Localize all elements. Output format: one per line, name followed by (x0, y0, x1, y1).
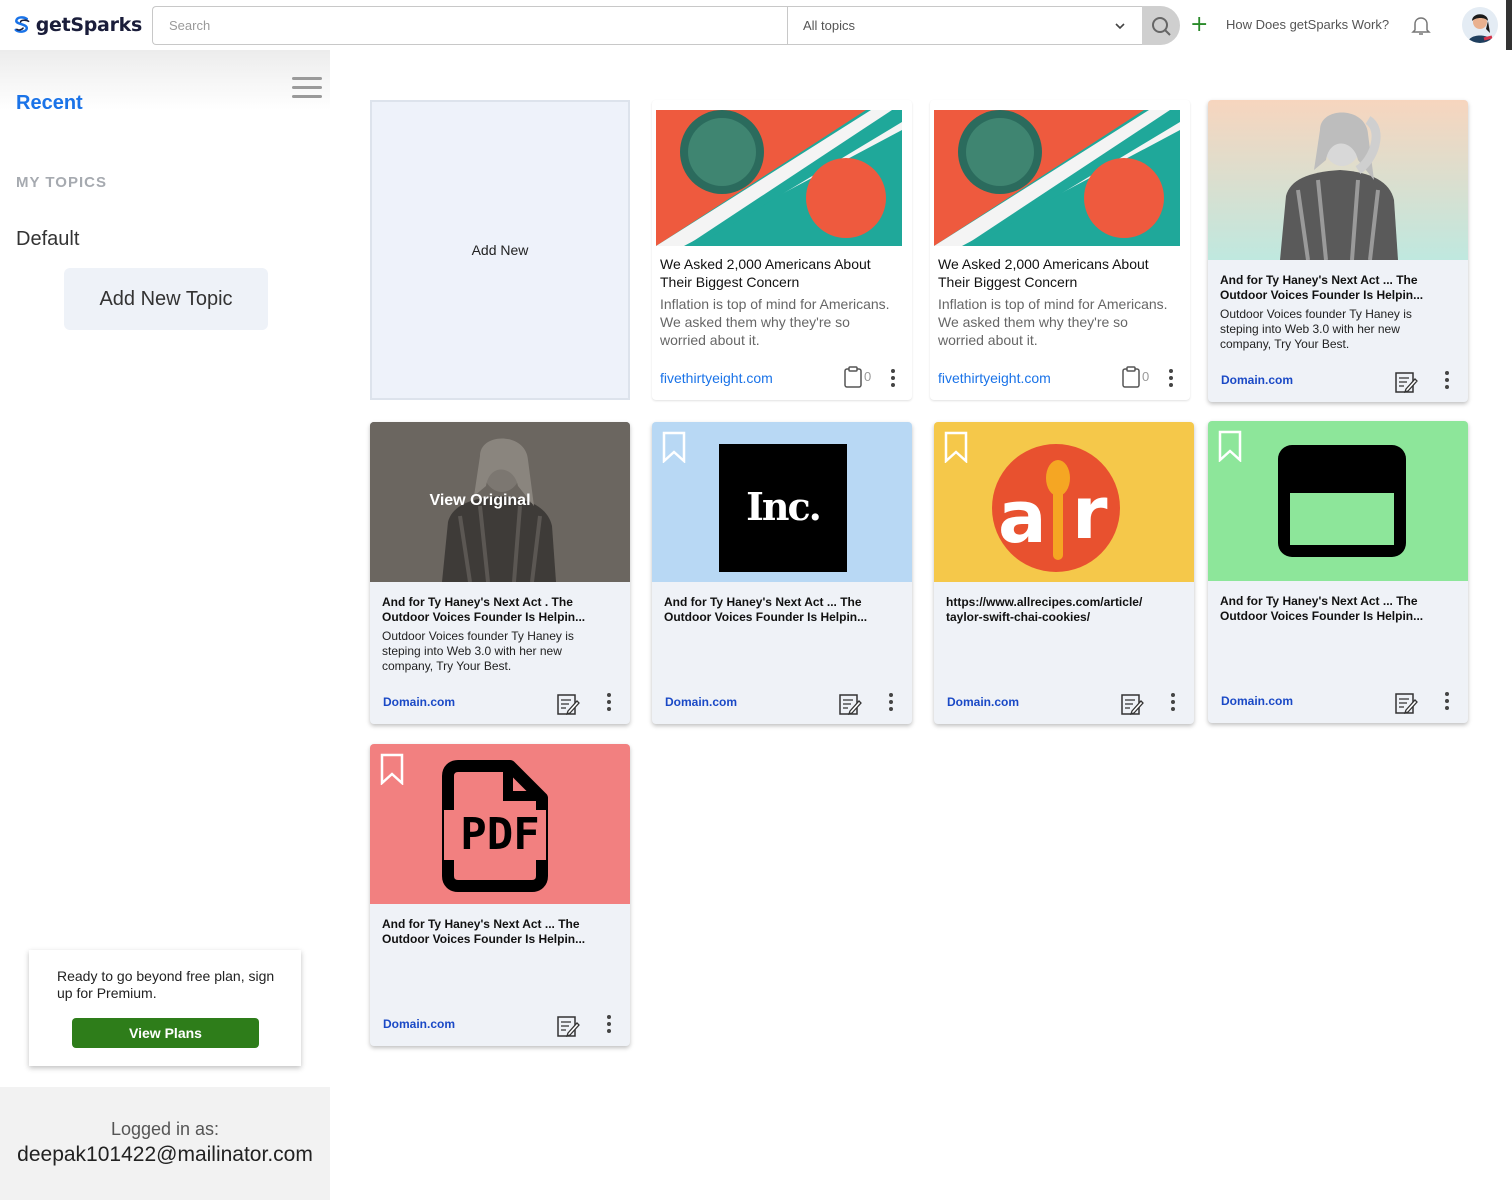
spark-title[interactable]: https://www.allrecipes.com/article/ tayl… (946, 595, 1182, 625)
spark-card[interactable]: PDF And for Ty Haney's Next Act ... The … (370, 744, 630, 1046)
topic-dropdown-value: All topics (803, 18, 856, 33)
article-thumbnail (934, 110, 1180, 246)
clip-count: 0 (1142, 369, 1150, 384)
plus-icon[interactable]: + (1190, 14, 1208, 36)
add-new-card[interactable]: Add New (370, 100, 630, 400)
search-field[interactable] (152, 6, 788, 45)
app-name: getSparks (35, 14, 143, 36)
pdf-label: PDF (460, 809, 540, 860)
bookmark-icon[interactable] (944, 431, 968, 463)
spark-domain-link[interactable]: Domain.com (665, 695, 737, 709)
spark-domain-link[interactable]: Domain.com (1221, 694, 1293, 708)
spark-thumbnail: Inc. (652, 422, 912, 582)
article-domain-link[interactable]: fivethirtyeight.com (938, 370, 1051, 386)
edit-note-icon[interactable] (1394, 370, 1418, 394)
spark-title[interactable]: And for Ty Haney's Next Act ... The Outd… (382, 917, 618, 947)
more-options-icon[interactable] (890, 368, 896, 388)
svg-text:a: a (998, 475, 1047, 559)
logged-in-panel: Logged in as: deepak101422@mailinator.co… (0, 1087, 330, 1200)
search-button[interactable] (1142, 6, 1180, 45)
bell-icon[interactable] (1410, 14, 1432, 36)
article-title[interactable]: We Asked 2,000 Americans About Their Big… (660, 255, 904, 291)
clipboard-icon[interactable] (844, 366, 862, 388)
sparks-logo-icon (14, 16, 30, 33)
spark-domain-link[interactable]: Domain.com (383, 695, 455, 709)
article-domain-link[interactable]: fivethirtyeight.com (660, 370, 773, 386)
spark-domain-link[interactable]: Domain.com (947, 695, 1019, 709)
scrollbar[interactable] (1506, 0, 1512, 50)
menu-icon[interactable] (292, 77, 322, 99)
search-input[interactable] (153, 7, 788, 44)
spark-thumbnail: View Original (370, 422, 630, 582)
spark-title[interactable]: And for Ty Haney's Next Act ... The Outd… (1220, 273, 1456, 303)
more-options-icon[interactable] (888, 692, 894, 712)
spark-card[interactable]: And for Ty Haney's Next Act ... The Outd… (1208, 421, 1468, 723)
spark-title[interactable]: And for Ty Haney's Next Act . The Outdoo… (382, 595, 618, 625)
spark-thumbnail (1208, 421, 1468, 581)
spark-card[interactable]: And for Ty Haney's Next Act ... The Outd… (1208, 100, 1468, 402)
edit-note-icon[interactable] (838, 692, 862, 716)
spark-description: Outdoor Voices founder Ty Haney is stepi… (382, 629, 574, 673)
article-card[interactable]: We Asked 2,000 Americans About Their Big… (652, 100, 912, 400)
more-options-icon[interactable] (606, 692, 612, 712)
spark-card[interactable]: View Original And for Ty Haney's Next Ac… (370, 422, 630, 724)
how-it-works-link[interactable]: How Does getSparks Work? (1226, 17, 1389, 32)
bookmark-icon[interactable] (380, 753, 404, 785)
spark-domain-link[interactable]: Domain.com (1221, 373, 1293, 387)
article-description: Inflation is top of mind for Americans. … (938, 296, 1168, 348)
topic-dropdown[interactable]: All topics (787, 6, 1142, 45)
user-avatar[interactable] (1462, 7, 1498, 43)
logged-in-label: Logged in as: (110, 1119, 220, 1139)
clipboard-icon[interactable] (1122, 366, 1140, 388)
article-thumbnail (656, 110, 902, 246)
more-options-icon[interactable] (1168, 368, 1174, 388)
avatar-icon (1462, 7, 1498, 43)
clip-count: 0 (864, 369, 872, 384)
bookmark-icon[interactable] (662, 431, 686, 463)
bookmark-icon[interactable] (1218, 430, 1242, 462)
logged-in-email: deepak101422@mailinator.com (17, 1143, 313, 1166)
spark-title[interactable]: And for Ty Haney's Next Act ... The Outd… (1220, 594, 1456, 624)
more-options-icon[interactable] (606, 1014, 612, 1034)
view-original-link[interactable]: View Original (370, 492, 590, 510)
chevron-down-icon (1115, 23, 1125, 30)
article-description: Inflation is top of mind for Americans. … (660, 296, 890, 348)
spark-description: Outdoor Voices founder Ty Haney is stepi… (1220, 307, 1412, 351)
svg-text:r: r (1072, 471, 1108, 555)
spark-thumbnail: PDF (370, 744, 630, 904)
more-options-icon[interactable] (1170, 692, 1176, 712)
top-bar: getSparks All topics + How Does getSpark… (0, 0, 1512, 50)
browser-window-icon (1278, 445, 1406, 557)
search-icon (1152, 16, 1171, 36)
more-options-icon[interactable] (1444, 370, 1450, 390)
spark-thumbnail: a r (934, 422, 1194, 582)
spark-card[interactable]: Inc. And for Ty Haney's Next Act ... The… (652, 422, 912, 724)
add-new-label: Add New (471, 242, 529, 258)
edit-note-icon[interactable] (556, 692, 580, 716)
premium-promo: Ready to go beyond free plan, sign up fo… (29, 950, 301, 1066)
edit-note-icon[interactable] (1394, 691, 1418, 715)
premium-message: Ready to go beyond free plan, sign up fo… (57, 968, 275, 1001)
my-topics-heading: MY TOPICS (16, 174, 107, 191)
view-plans-button[interactable]: View Plans (72, 1018, 259, 1048)
allrecipes-logo-icon: a r (992, 444, 1120, 572)
more-options-icon[interactable] (1444, 691, 1450, 711)
sidebar-item-recent[interactable]: Recent (16, 92, 83, 115)
edit-note-icon[interactable] (1120, 692, 1144, 716)
add-new-topic-button[interactable]: Add New Topic (64, 268, 268, 330)
article-title[interactable]: We Asked 2,000 Americans About Their Big… (938, 255, 1182, 291)
app-logo[interactable]: getSparks (12, 9, 142, 41)
spark-domain-link[interactable]: Domain.com (383, 1017, 455, 1031)
spark-card[interactable]: a r https://www.allrecipes.com/article/ … (934, 422, 1194, 724)
sidebar-item-default[interactable]: Default (16, 228, 79, 251)
spark-title[interactable]: And for Ty Haney's Next Act ... The Outd… (664, 595, 900, 625)
inc-logo: Inc. (746, 484, 822, 529)
spark-thumbnail (1208, 100, 1468, 260)
edit-note-icon[interactable] (556, 1014, 580, 1038)
article-card[interactable]: We Asked 2,000 Americans About Their Big… (930, 100, 1190, 400)
